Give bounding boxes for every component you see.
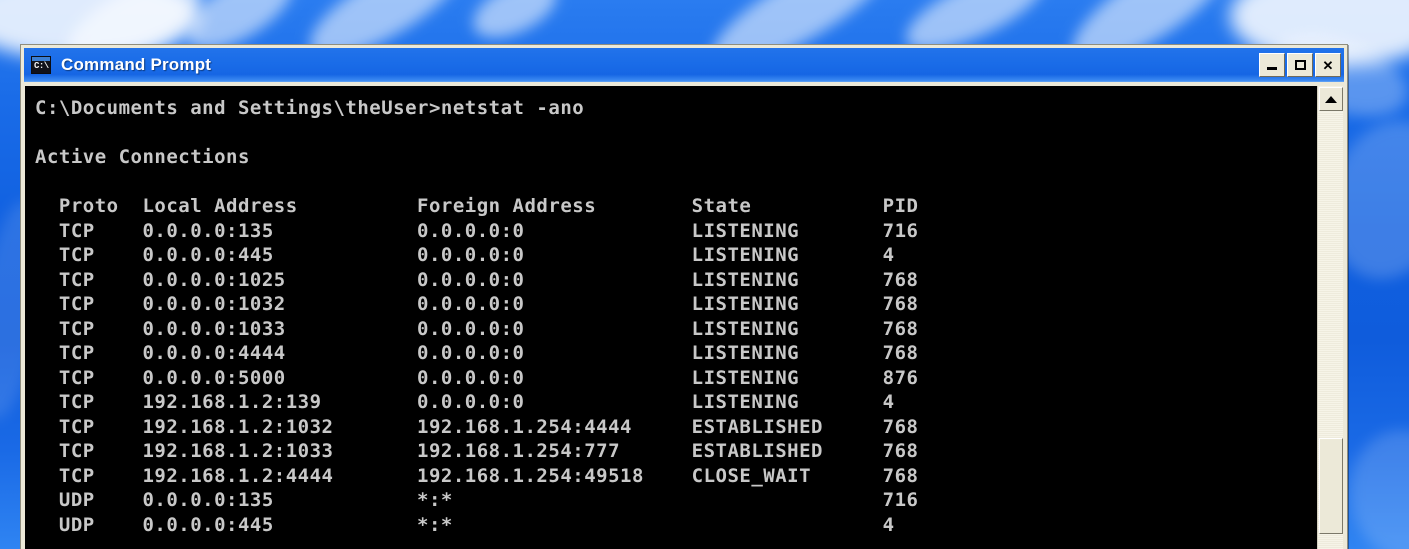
console-line: Active Connections	[35, 146, 250, 168]
window-title: Command Prompt	[61, 55, 212, 74]
maximize-button[interactable]	[1287, 53, 1313, 77]
console-line: TCP 0.0.0.0:1025 0.0.0.0:0 LISTENING 768	[35, 268, 919, 291]
maximize-icon	[1294, 60, 1306, 70]
console-line: TCP 192.168.1.2:4444 192.168.1.254:49518…	[35, 464, 919, 487]
console-line: UDP 0.0.0.0:135 *:* 716	[35, 489, 919, 511]
console-line: TCP 192.168.1.2:139 0.0.0.0:0 LISTENING …	[35, 391, 895, 413]
console-line: TCP 0.0.0.0:4444 0.0.0.0:0 LISTENING 768	[35, 342, 919, 364]
close-icon: ✕	[1322, 57, 1334, 73]
console-line: TCP 0.0.0.0:1033 0.0.0.0:0 LISTENING 768	[35, 317, 919, 340]
cloud-shape	[1339, 421, 1409, 549]
console-output[interactable]: C:\Documents and Settings\theUser>netsta…	[25, 86, 1317, 549]
console-line: Proto Local Address Foreign Address Stat…	[35, 195, 919, 217]
command-prompt-icon: C:\	[31, 56, 51, 74]
command-prompt-window[interactable]: C:\ Command Prompt ✕ C:\Documents and Se…	[20, 44, 1348, 549]
console-line: C:\Documents and Settings\theUser>netsta…	[35, 97, 585, 119]
chevron-up-icon	[1325, 95, 1337, 103]
console-line: TCP 0.0.0.0:1032 0.0.0.0:0 LISTENING 768	[35, 293, 919, 315]
close-button[interactable]: ✕	[1315, 53, 1341, 77]
vertical-scrollbar[interactable]	[1317, 86, 1343, 549]
console-line: TCP 192.168.1.2:1032 192.168.1.254:4444 …	[35, 415, 919, 438]
console-line: TCP 0.0.0.0:135 0.0.0.0:0 LISTENING 716	[35, 219, 919, 242]
caption-buttons: ✕	[1259, 53, 1341, 77]
console-line: UDP 0.0.0.0:445 *:* 4	[35, 513, 895, 536]
scrollbar-thumb[interactable]	[1319, 438, 1343, 534]
minimize-button[interactable]	[1259, 53, 1285, 77]
console-line: TCP 0.0.0.0:5000 0.0.0.0:0 LISTENING 876	[35, 366, 919, 389]
command-prompt-icon-label: C:\	[34, 61, 49, 71]
minimize-icon	[1267, 67, 1277, 70]
console-line: TCP 192.168.1.2:1033 192.168.1.254:777 E…	[35, 440, 919, 462]
window-titlebar[interactable]: C:\ Command Prompt ✕	[24, 48, 1344, 82]
console-line: TCP 0.0.0.0:445 0.0.0.0:0 LISTENING 4	[35, 244, 895, 266]
window-client-area: C:\Documents and Settings\theUser>netsta…	[25, 86, 1343, 549]
cloud-shape	[464, 0, 566, 50]
scroll-up-button[interactable]	[1319, 87, 1343, 111]
